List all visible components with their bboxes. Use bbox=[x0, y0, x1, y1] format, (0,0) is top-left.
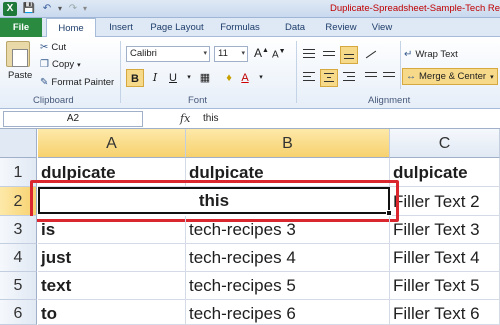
paste-button[interactable]: Paste bbox=[8, 70, 32, 81]
column-header-a[interactable]: A bbox=[38, 129, 186, 158]
cell-c5[interactable]: Filler Text 5 bbox=[390, 272, 500, 300]
wrap-text-label: Wrap Text bbox=[415, 49, 458, 60]
tab-page-layout[interactable]: Page Layout bbox=[148, 18, 206, 37]
cell-c4[interactable]: Filler Text 4 bbox=[390, 244, 500, 272]
shrink-font-label: A bbox=[272, 49, 279, 61]
row-header-5[interactable]: 5 bbox=[0, 272, 37, 300]
separator bbox=[296, 41, 297, 103]
copy-button[interactable]: ❐ Copy ▾ bbox=[40, 59, 81, 70]
tab-formulas[interactable]: Formulas bbox=[218, 18, 262, 37]
cell-a3[interactable]: is bbox=[38, 216, 186, 244]
alignment-group-label: Alignment bbox=[368, 95, 411, 106]
merge-center-icon: ↔ bbox=[406, 71, 416, 82]
orientation-icon[interactable] bbox=[362, 46, 380, 64]
align-bottom-icon[interactable] bbox=[340, 46, 358, 64]
font-name-select[interactable]: Calibri ▾ bbox=[126, 46, 210, 62]
customize-toolbar-icon[interactable]: ▾ bbox=[78, 2, 92, 16]
cell-b5[interactable]: tech-recipes 5 bbox=[186, 272, 390, 300]
separator bbox=[120, 41, 121, 103]
cut-button[interactable]: ✂ Cut bbox=[40, 42, 66, 53]
paste-icon[interactable] bbox=[6, 41, 30, 67]
cut-label: Cut bbox=[51, 42, 67, 53]
undo-dropdown-icon[interactable]: ▾ bbox=[53, 2, 67, 16]
name-box[interactable]: A2 bbox=[3, 111, 143, 127]
wrap-text-icon: ↵ bbox=[404, 49, 413, 60]
wrap-text-button[interactable]: ↵ Wrap Text bbox=[404, 49, 458, 60]
font-color-dropdown-icon[interactable]: ▾ bbox=[252, 69, 270, 87]
cell-c2[interactable]: Filler Text 2 bbox=[390, 187, 500, 216]
formula-input[interactable]: this bbox=[203, 113, 219, 124]
undo-icon[interactable]: ↶ bbox=[40, 2, 54, 16]
font-size-select[interactable]: 11 ▾ bbox=[214, 46, 248, 62]
tab-home[interactable]: Home bbox=[46, 18, 96, 38]
cell-c6[interactable]: Filler Text 6 bbox=[390, 300, 500, 325]
chevron-down-icon: ▾ bbox=[203, 50, 207, 57]
column-header-b[interactable]: B bbox=[186, 129, 390, 158]
row-header-3[interactable]: 3 bbox=[0, 216, 37, 244]
tab-review[interactable]: Review bbox=[322, 18, 360, 37]
cell-a6[interactable]: to bbox=[38, 300, 186, 325]
align-left-icon[interactable] bbox=[300, 69, 318, 87]
merge-dropdown-icon[interactable]: ▾ bbox=[490, 74, 494, 81]
worksheet-grid: A B C 1 dulpicate dulpicate dulpicate 2 … bbox=[0, 129, 500, 325]
chevron-down-icon: ▾ bbox=[241, 50, 245, 57]
scissors-icon: ✂ bbox=[40, 42, 49, 53]
save-icon[interactable]: 💾 bbox=[22, 2, 36, 16]
shrink-font-button[interactable]: A▼ bbox=[272, 48, 286, 60]
align-right-icon[interactable] bbox=[340, 69, 358, 87]
font-group-label: Font bbox=[188, 95, 208, 106]
ribbon-home: Paste ✂ Cut ❐ Copy ▾ ✎ Format Painter Clipbo… bbox=[0, 37, 500, 109]
merge-center-label: Merge & Center bbox=[419, 71, 487, 82]
separator bbox=[400, 41, 401, 89]
align-middle-icon[interactable] bbox=[320, 46, 338, 64]
tab-view[interactable]: View bbox=[368, 18, 396, 37]
tab-insert[interactable]: Insert bbox=[104, 18, 138, 37]
copy-dropdown-icon[interactable]: ▾ bbox=[77, 62, 81, 69]
clipboard-group-label: Clipboard bbox=[33, 95, 74, 106]
copy-label: Copy bbox=[51, 59, 75, 70]
copy-icon: ❐ bbox=[40, 59, 49, 70]
cell-b6[interactable]: tech-recipes 6 bbox=[186, 300, 390, 325]
grow-font-label: A bbox=[254, 46, 263, 60]
column-header-c[interactable]: C bbox=[390, 129, 500, 158]
format-painter-label: Format Painter bbox=[51, 77, 115, 88]
excel-app-icon[interactable]: X bbox=[3, 2, 17, 16]
borders-icon[interactable]: ▦ bbox=[196, 69, 214, 87]
cell-b4[interactable]: tech-recipes 4 bbox=[186, 244, 390, 272]
row-header-6[interactable]: 6 bbox=[0, 300, 37, 325]
font-name-value: Calibri bbox=[130, 48, 157, 59]
cell-a5[interactable]: text bbox=[38, 272, 186, 300]
row-header-4[interactable]: 4 bbox=[0, 244, 37, 272]
insert-function-icon[interactable]: fx bbox=[180, 112, 190, 125]
merge-center-button[interactable]: ↔ Merge & Center ▾ bbox=[402, 68, 498, 85]
paintbrush-icon: ✎ bbox=[40, 77, 49, 88]
decrease-indent-icon[interactable] bbox=[362, 69, 380, 87]
select-all-corner[interactable] bbox=[0, 129, 37, 158]
cell-a4[interactable]: just bbox=[38, 244, 186, 272]
cell-b3[interactable]: tech-recipes 3 bbox=[186, 216, 390, 244]
cell-c3[interactable]: Filler Text 3 bbox=[390, 216, 500, 244]
italic-button[interactable]: I bbox=[146, 69, 164, 87]
tab-file[interactable]: File bbox=[0, 18, 42, 37]
title-bar: X 💾 ↶ ▾ ↷ ▾ Duplicate-Spreadsheet-Sample… bbox=[0, 0, 500, 18]
bold-button[interactable]: B bbox=[126, 69, 144, 87]
align-top-icon[interactable] bbox=[300, 46, 318, 64]
ribbon-tabs: File Home Insert Page Layout Formulas Da… bbox=[0, 18, 500, 38]
grow-font-button[interactable]: A▲ bbox=[254, 46, 269, 60]
window-title: Duplicate-Spreadsheet-Sample-Tech Re bbox=[330, 3, 500, 14]
formula-bar: A2 fx this bbox=[0, 109, 500, 129]
increase-indent-icon[interactable] bbox=[380, 69, 398, 87]
align-center-icon[interactable] bbox=[320, 69, 338, 87]
cell-c1[interactable]: dulpicate bbox=[390, 158, 500, 187]
format-painter-button[interactable]: ✎ Format Painter bbox=[40, 77, 114, 88]
font-size-value: 11 bbox=[218, 48, 228, 59]
tab-data[interactable]: Data bbox=[280, 18, 310, 37]
